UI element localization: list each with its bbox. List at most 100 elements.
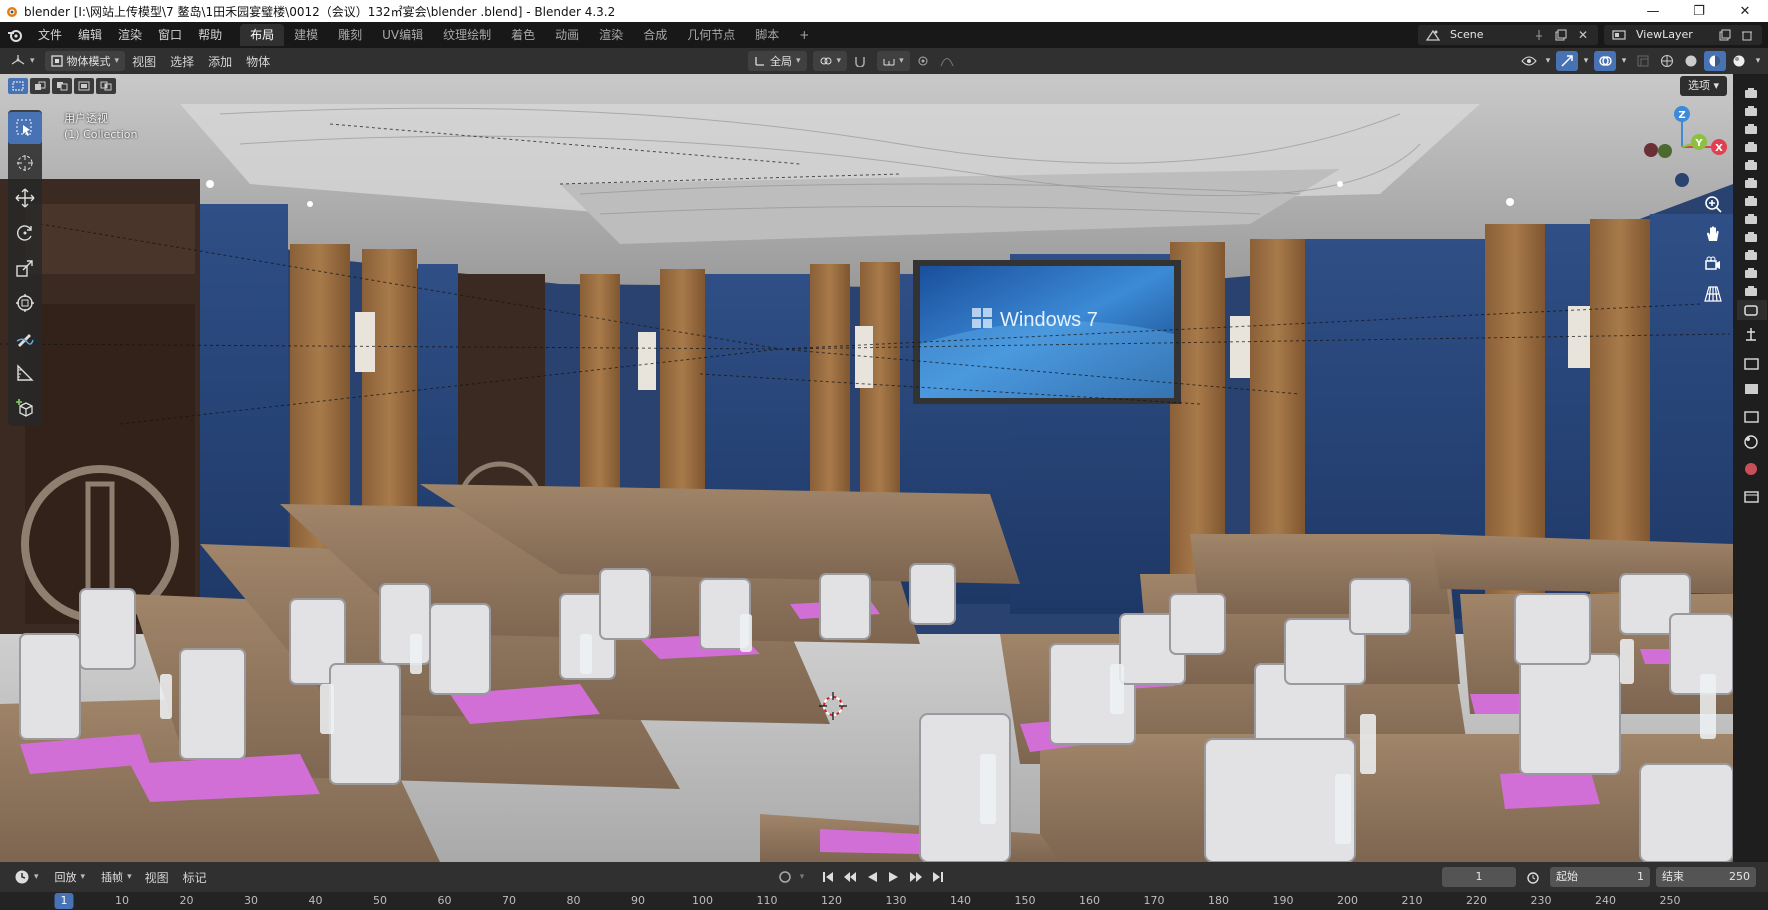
close-button[interactable]: ✕ bbox=[1722, 0, 1768, 22]
snap-target-dropdown[interactable]: ▾ bbox=[877, 51, 910, 71]
view-layer-properties-icon[interactable] bbox=[1745, 384, 1758, 394]
proportional-edit-icon[interactable] bbox=[912, 51, 934, 71]
menu-help[interactable]: 帮助 bbox=[190, 24, 230, 46]
menu-render[interactable]: 渲染 bbox=[110, 24, 150, 46]
menu-edit[interactable]: 编辑 bbox=[70, 24, 110, 46]
overlay-toggle-icon[interactable] bbox=[1594, 51, 1616, 71]
annotate-tool-icon[interactable] bbox=[8, 322, 42, 354]
collection-properties-icon[interactable] bbox=[1745, 463, 1757, 475]
maximize-button[interactable]: ❐ bbox=[1676, 0, 1722, 22]
cursor-tool-icon[interactable] bbox=[8, 147, 42, 179]
select-box-tool-icon[interactable] bbox=[8, 112, 42, 144]
visibility-dropdown-icon[interactable]: ▾ bbox=[1542, 51, 1554, 71]
pivot-dropdown[interactable]: ▾ bbox=[812, 51, 848, 71]
texture-properties-icon[interactable] bbox=[1744, 491, 1759, 503]
navigation-gizmo[interactable]: Z X Y bbox=[1637, 102, 1727, 192]
jump-start-icon[interactable] bbox=[818, 867, 838, 887]
shading-material-icon[interactable] bbox=[1704, 51, 1726, 71]
add-cube-tool-icon[interactable] bbox=[8, 392, 42, 424]
overlay-dropdown-icon[interactable]: ▾ bbox=[1618, 51, 1630, 71]
transform-tool-icon[interactable] bbox=[8, 287, 42, 319]
3d-viewport[interactable]: Windows 7 用户透视 (1) Collection 选项 ▾ Z X Y bbox=[0, 74, 1733, 862]
gizmo-neg-x[interactable] bbox=[1644, 143, 1658, 157]
tab-layout[interactable]: 布局 bbox=[240, 24, 285, 46]
tab-uv-editing[interactable]: UV编辑 bbox=[372, 24, 433, 46]
select-subtract-icon[interactable] bbox=[52, 78, 72, 94]
select-intersect-icon[interactable] bbox=[96, 78, 116, 94]
visibility-eye-icon[interactable] bbox=[1518, 51, 1540, 71]
viewlayer-selector[interactable]: ViewLayer bbox=[1604, 25, 1762, 45]
camera-view-icon[interactable] bbox=[1701, 252, 1725, 276]
scale-tool-icon[interactable] bbox=[8, 252, 42, 284]
timeline-menu-view[interactable]: 视图 bbox=[138, 869, 176, 886]
pan-hand-icon[interactable] bbox=[1701, 222, 1725, 246]
scene-properties-icon[interactable] bbox=[1744, 411, 1759, 423]
play-icon[interactable] bbox=[884, 867, 904, 887]
world-properties-icon[interactable] bbox=[1744, 435, 1758, 449]
frame-start-field[interactable]: 起始 1 bbox=[1550, 867, 1650, 887]
tab-scripting[interactable]: 脚本 bbox=[745, 24, 789, 46]
scene-name-field[interactable]: Scene bbox=[1444, 26, 1528, 44]
frame-end-field[interactable]: 结束 250 bbox=[1656, 867, 1756, 887]
new-viewlayer-icon[interactable] bbox=[1714, 25, 1736, 45]
select-extend-icon[interactable] bbox=[30, 78, 50, 94]
scene-selector[interactable]: Scene ✕ bbox=[1418, 25, 1598, 45]
measure-tool-icon[interactable] bbox=[8, 357, 42, 389]
delete-scene-icon[interactable]: ✕ bbox=[1572, 25, 1594, 45]
prev-keyframe-icon[interactable] bbox=[840, 867, 860, 887]
current-frame-field[interactable]: 1 bbox=[1442, 867, 1516, 887]
preview-range-icon[interactable] bbox=[1522, 867, 1544, 887]
new-scene-icon[interactable] bbox=[1550, 25, 1572, 45]
menu-object[interactable]: 物体 bbox=[239, 53, 277, 70]
tab-animation[interactable]: 动画 bbox=[545, 24, 589, 46]
output-properties-icon[interactable] bbox=[1744, 358, 1759, 370]
timeline-editor-type-dropdown[interactable]: ▾ bbox=[8, 867, 45, 887]
snap-toggle-icon[interactable] bbox=[849, 51, 871, 71]
keying-dropdown[interactable]: 插帧 ▾ bbox=[95, 867, 138, 887]
gizmo-neg-y[interactable] bbox=[1658, 144, 1672, 158]
render-properties-icon[interactable] bbox=[1746, 328, 1756, 341]
transform-orientation-dropdown[interactable]: 全局 ▾ bbox=[748, 51, 807, 71]
tab-texture-paint[interactable]: 纹理绘制 bbox=[433, 24, 501, 46]
tab-rendering[interactable]: 渲染 bbox=[589, 24, 633, 46]
delete-viewlayer-icon[interactable] bbox=[1736, 25, 1758, 45]
minimize-button[interactable]: — bbox=[1630, 0, 1676, 22]
menu-file[interactable]: 文件 bbox=[30, 24, 70, 46]
jump-end-icon[interactable] bbox=[928, 867, 948, 887]
auto-keying-record-icon[interactable] bbox=[774, 867, 796, 887]
gizmo-neg-z[interactable] bbox=[1675, 173, 1689, 187]
tab-compositing[interactable]: 合成 bbox=[633, 24, 677, 46]
shading-solid-icon[interactable] bbox=[1680, 51, 1702, 71]
current-frame-indicator[interactable]: 1 bbox=[54, 893, 74, 909]
viewlayer-name-field[interactable]: ViewLayer bbox=[1630, 26, 1714, 44]
menu-add[interactable]: 添加 bbox=[201, 53, 239, 70]
perspective-grid-icon[interactable] bbox=[1701, 282, 1725, 306]
add-workspace-button[interactable]: + bbox=[789, 24, 819, 46]
select-invert-icon[interactable] bbox=[74, 78, 94, 94]
timeline-menu-marker[interactable]: 标记 bbox=[176, 869, 214, 886]
options-dropdown[interactable]: 选项 ▾ bbox=[1679, 76, 1727, 96]
proportional-falloff-icon[interactable] bbox=[936, 51, 958, 71]
keying-options-dropdown-icon[interactable]: ▾ bbox=[796, 867, 808, 887]
menu-view[interactable]: 视图 bbox=[125, 53, 163, 70]
playback-dropdown[interactable]: 回放 ▾ bbox=[49, 867, 92, 887]
xray-toggle-icon[interactable] bbox=[1632, 51, 1654, 71]
blender-menu-icon[interactable] bbox=[0, 22, 30, 48]
tab-shading[interactable]: 着色 bbox=[501, 24, 545, 46]
shading-wireframe-icon[interactable] bbox=[1656, 51, 1678, 71]
play-reverse-icon[interactable] bbox=[862, 867, 882, 887]
move-tool-icon[interactable] bbox=[8, 182, 42, 214]
zoom-icon[interactable] bbox=[1701, 192, 1725, 216]
tab-modeling[interactable]: 建模 bbox=[284, 24, 328, 46]
gizmo-dropdown-icon[interactable]: ▾ bbox=[1580, 51, 1592, 71]
gizmo-toggle-icon[interactable] bbox=[1556, 51, 1578, 71]
mode-dropdown[interactable]: 物体模式 ▾ bbox=[44, 51, 126, 71]
tab-geometry-nodes[interactable]: 几何节点 bbox=[677, 24, 745, 46]
shading-rendered-icon[interactable] bbox=[1728, 51, 1750, 71]
editor-type-dropdown[interactable]: ▾ bbox=[4, 51, 41, 71]
timeline-ruler[interactable]: 1 10 20 30 40 50 60 70 80 90 100 110 120 130 140 150 16… bbox=[0, 892, 1768, 910]
pin-icon[interactable] bbox=[1528, 25, 1550, 45]
select-new-icon[interactable] bbox=[8, 78, 28, 94]
next-keyframe-icon[interactable] bbox=[906, 867, 926, 887]
rotate-tool-icon[interactable] bbox=[8, 217, 42, 249]
